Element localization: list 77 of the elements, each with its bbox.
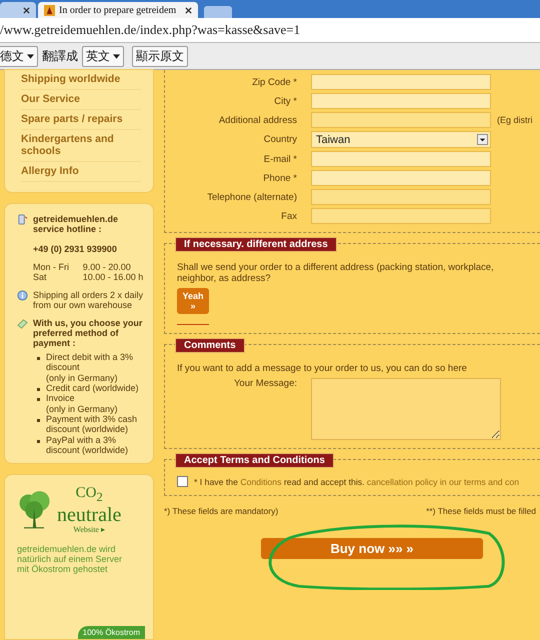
- section-legend: If necessary. different address: [175, 237, 337, 252]
- shipping-note: Shipping all orders 2 x daily from our own warehouse: [33, 290, 144, 310]
- new-tab-button[interactable]: [204, 6, 232, 18]
- hotline-title: getreidemuehlen.de service hotline :: [33, 214, 120, 234]
- nav-link[interactable]: Shipping worldwide: [21, 70, 141, 90]
- hotline-phone: +49 (0) 2931 939900: [33, 244, 118, 254]
- payment-method: Credit card (worldwide): [46, 383, 139, 394]
- hours-time: 10.00 - 16.00 h: [82, 272, 144, 282]
- logo-text: CO$_{2}$: [76, 485, 103, 506]
- payment-method: Payment with 3% cash discount (worldwide): [46, 414, 138, 435]
- favicon-icon: [44, 4, 55, 16]
- nav-link[interactable]: Kindergartens and schools: [21, 130, 141, 162]
- logo-text: neutrale: [57, 505, 122, 526]
- tree-icon: [17, 490, 51, 530]
- info-icon: [17, 290, 28, 301]
- translate-label: 翻譯成: [42, 48, 78, 64]
- conditions-link[interactable]: Conditions: [240, 476, 282, 486]
- caret-icon: [27, 54, 34, 59]
- language-dropdown[interactable]: 德文: [0, 46, 38, 66]
- show-original-button[interactable]: 顯示原文: [132, 46, 188, 66]
- terms-sentence: * I have the Conditions read and accept this. cancellation policy in our terms and con: [194, 476, 520, 486]
- field-label: Additional address: [218, 114, 297, 126]
- footnote: **) These fields must be filled: [426, 506, 536, 516]
- field-label: Telephone (alternate): [206, 192, 297, 202]
- bullet-icon: [37, 398, 40, 402]
- address-field[interactable]: /www.getreidemuehlen.de/index.php?was=kasse&save=1: [0, 18, 540, 43]
- country-dropdown[interactable]: Taiwan: [311, 131, 491, 148]
- field-hint: (Eg distri: [497, 115, 533, 125]
- buy-now-button[interactable]: Buy now »» »: [261, 538, 483, 559]
- nav-link[interactable]: Our Service: [21, 90, 141, 110]
- bullet-icon: [37, 357, 40, 360]
- question-text: Shall we send your order to a different address (packing station, workplace, neighbor, as address?: [177, 262, 495, 284]
- input-field[interactable]: [311, 74, 491, 90]
- input-field[interactable]: [311, 170, 491, 186]
- eco-text: getreidemuehlen.de wird natürlich auf einem Server mit Ökostrom gehostet: [17, 544, 124, 574]
- payment-method: PayPal with a 3% discount (worldwide): [46, 434, 130, 456]
- field-label: Fax: [280, 210, 297, 222]
- website-link[interactable]: Website ▸: [73, 525, 105, 534]
- input-field[interactable]: [311, 151, 491, 167]
- message-field[interactable]: [311, 378, 501, 440]
- bullet-icon: [37, 419, 40, 422]
- leaf-badge: 100% Ökostrom: [78, 626, 145, 639]
- field-label: Your Message:: [232, 378, 297, 389]
- banknote-icon: [17, 318, 28, 329]
- field-label: Phone *: [262, 172, 297, 184]
- bullet-icon: [37, 388, 40, 392]
- payment-title: With us, you choose your preferred method of payment :: [33, 318, 144, 348]
- close-icon[interactable]: [23, 6, 30, 14]
- payment-method: Invoice (only in Germany): [46, 393, 118, 414]
- section-legend: Accept Terms and Conditions: [175, 453, 334, 468]
- caret-icon: [113, 54, 120, 59]
- browser-tab[interactable]: [0, 2, 36, 18]
- language-dropdown[interactable]: 英文: [82, 46, 124, 66]
- field-label: Country: [262, 134, 297, 145]
- field-label: City *: [273, 96, 297, 106]
- terms-checkbox[interactable]: [177, 476, 188, 487]
- hours-days: Mon - Fri: [33, 262, 73, 272]
- nav-link[interactable]: Allergy Info: [21, 162, 141, 182]
- yeah-button[interactable]: Yeah »: [177, 288, 209, 314]
- phone-icon: [17, 214, 28, 225]
- input-field[interactable]: [311, 189, 491, 205]
- hours-time: 9.00 - 20.00: [82, 262, 132, 272]
- browser-tab[interactable]: In order to prepare getreidem: [38, 2, 198, 18]
- input-field[interactable]: [311, 93, 491, 109]
- input-field[interactable]: [311, 112, 491, 128]
- close-icon[interactable]: [185, 6, 192, 14]
- field-label: E-mail *: [262, 154, 297, 164]
- footnote: *) These fields are mandatory): [164, 506, 278, 516]
- bullet-icon: [37, 440, 40, 443]
- input-field[interactable]: [311, 208, 491, 224]
- hours-days: Sat: [33, 272, 73, 282]
- section-legend: Comments: [175, 338, 245, 353]
- payment-method: Direct debit with a 3% discount (only in Germany): [46, 352, 134, 384]
- comments-intro: If you want to add a message to your order to us, you can do so here: [177, 363, 468, 374]
- field-label: Zip Code *: [251, 76, 297, 88]
- nav-link[interactable]: Spare parts / repairs: [21, 110, 141, 130]
- cancellation-policy-link[interactable]: cancellation policy in our terms and con: [366, 476, 520, 486]
